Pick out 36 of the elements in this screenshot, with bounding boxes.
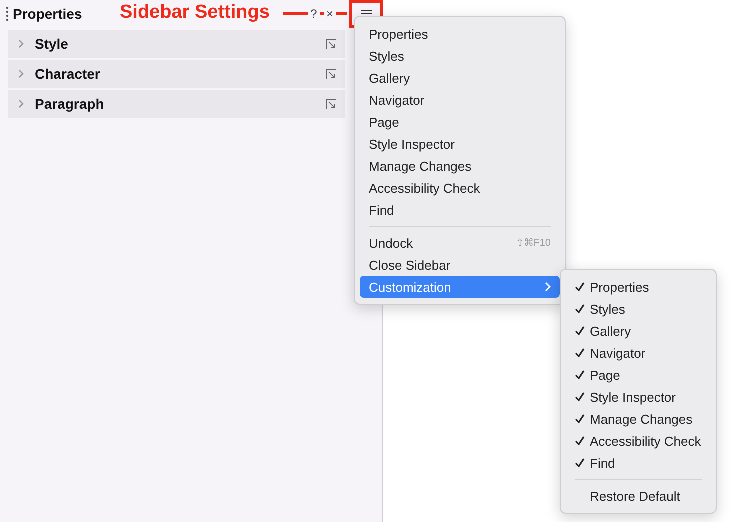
menu-item[interactable]: Navigator: [360, 89, 560, 111]
more-options-icon[interactable]: [326, 68, 337, 80]
menu-item[interactable]: Gallery: [360, 67, 560, 89]
chevron-icon: [18, 69, 25, 79]
menu-item[interactable]: Navigator: [566, 342, 711, 364]
menu-item[interactable]: Accessibility Check: [360, 177, 560, 199]
menu-item[interactable]: Styles: [360, 45, 560, 67]
more-options-icon[interactable]: [326, 38, 337, 50]
menu-item[interactable]: Close Sidebar: [360, 254, 560, 276]
menu-item[interactable]: Customization: [360, 276, 560, 298]
menu-item[interactable]: Find: [360, 199, 560, 221]
menu-item[interactable]: Gallery: [566, 320, 711, 342]
menu-item[interactable]: Properties: [360, 23, 560, 45]
menu-item[interactable]: Restore Default: [566, 485, 711, 507]
menu-item[interactable]: Accessibility Check: [566, 430, 711, 452]
menu-item[interactable]: Page: [566, 364, 711, 386]
section-header[interactable]: Character: [8, 60, 345, 88]
help-button[interactable]: ?: [308, 7, 320, 21]
menu-item[interactable]: Page: [360, 111, 560, 133]
menu-item[interactable]: Properties: [566, 276, 711, 298]
section-header[interactable]: Style: [8, 30, 345, 58]
menu-item[interactable]: Styles: [566, 298, 711, 320]
shortcut-label: ⇧⌘F10: [516, 237, 551, 249]
menu-item[interactable]: Find: [566, 452, 711, 474]
menu-item[interactable]: Manage Changes: [360, 155, 560, 177]
chevron-icon: [18, 99, 25, 109]
chevron-icon: [18, 39, 25, 49]
more-options-icon[interactable]: [326, 98, 337, 110]
menu-item[interactable]: Style Inspector: [566, 386, 711, 408]
menu-item[interactable]: Style Inspector: [360, 133, 560, 155]
grip-icon[interactable]: [6, 7, 9, 21]
panel-title: Properties: [13, 6, 82, 22]
menu-item[interactable]: Undock ⇧⌘F10: [360, 232, 560, 254]
annotation-label: Sidebar Settings: [120, 2, 270, 24]
section-header[interactable]: Paragraph: [8, 90, 345, 118]
menu-item[interactable]: Manage Changes: [566, 408, 711, 430]
